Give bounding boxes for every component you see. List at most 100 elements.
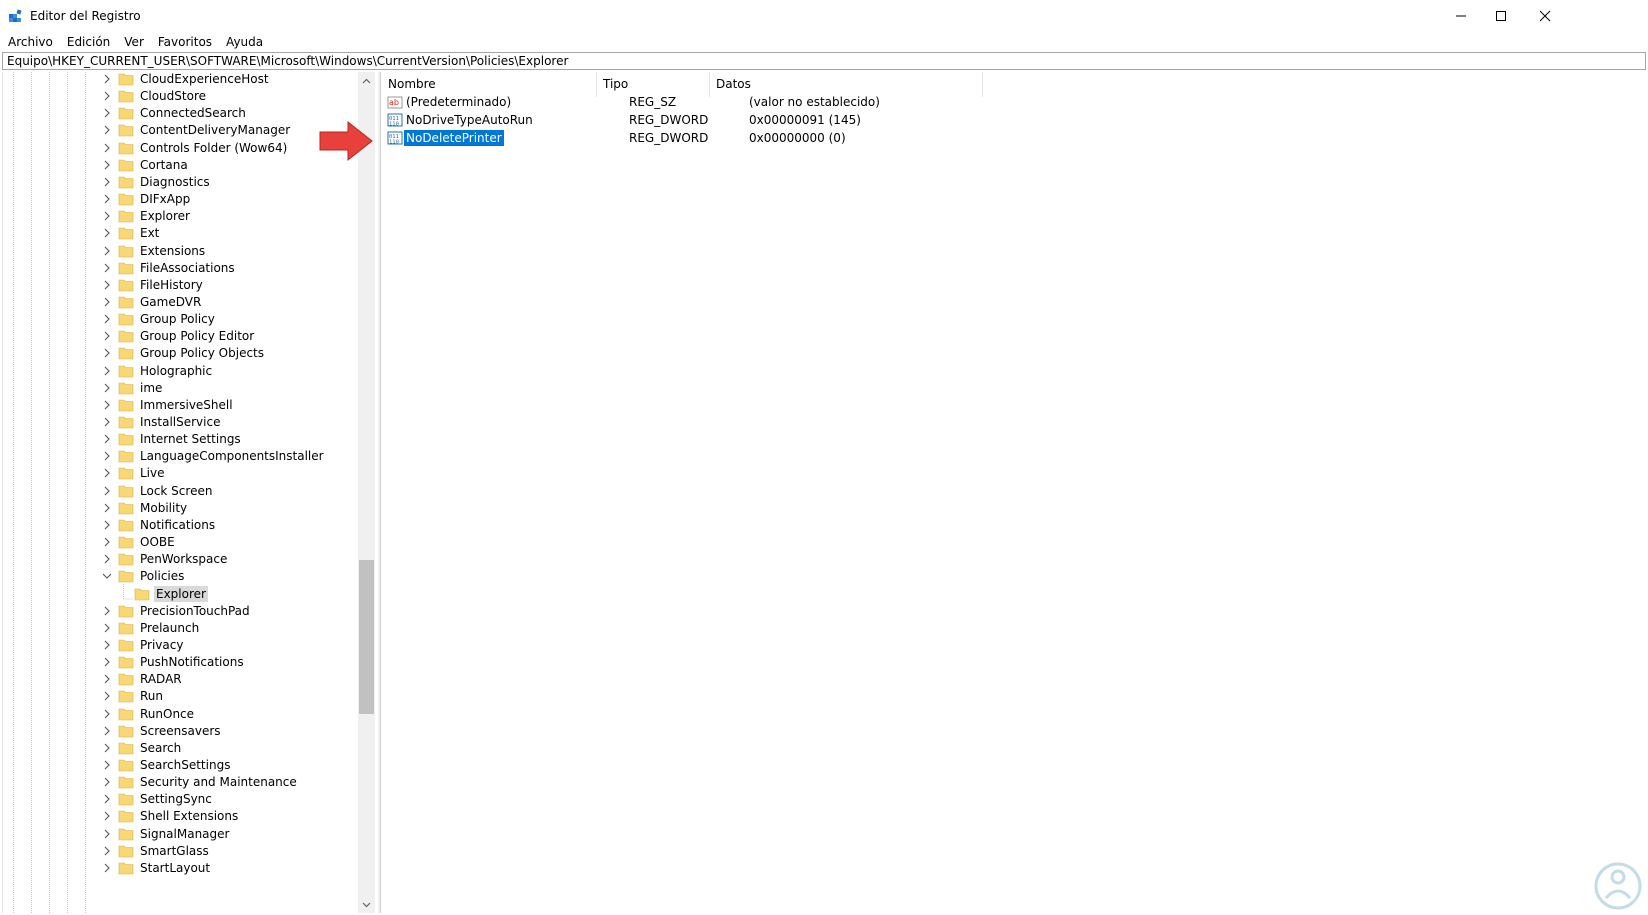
chevron-right-icon[interactable]	[102, 760, 112, 770]
menu-edicion[interactable]: Edición	[60, 32, 117, 52]
value-row[interactable]: 011 110 NoDriveTypeAutoRun REG_DWORD 0x0…	[382, 111, 1646, 129]
tree-item[interactable]: Holographic	[3, 362, 358, 380]
tree-item[interactable]: DIFxApp	[3, 190, 358, 208]
chevron-right-icon[interactable]	[102, 211, 112, 221]
maximize-button[interactable]	[1478, 0, 1524, 32]
chevron-right-icon[interactable]	[102, 160, 112, 170]
tree-item[interactable]: OOBE	[3, 533, 358, 551]
tree-item[interactable]: SearchSettings	[3, 756, 358, 774]
chevron-right-icon[interactable]	[102, 537, 112, 547]
chevron-right-icon[interactable]	[102, 366, 112, 376]
chevron-right-icon[interactable]	[102, 331, 112, 341]
scroll-down-button[interactable]	[358, 896, 375, 913]
tree-item[interactable]: PenWorkspace	[3, 550, 358, 568]
tree-item[interactable]: Search	[3, 739, 358, 757]
chevron-right-icon[interactable]	[102, 846, 112, 856]
chevron-right-icon[interactable]	[102, 606, 112, 616]
tree-item[interactable]: RADAR	[3, 670, 358, 688]
menu-favoritos[interactable]: Favoritos	[151, 32, 219, 52]
tree-item[interactable]: Mobility	[3, 499, 358, 517]
tree-item[interactable]: FileAssociations	[3, 259, 358, 277]
chevron-right-icon[interactable]	[102, 194, 112, 204]
tree-item[interactable]: FileHistory	[3, 276, 358, 294]
tree-item[interactable]: InstallService	[3, 413, 358, 431]
tree-item[interactable]: Explorer	[3, 207, 358, 225]
tree-item[interactable]: PushNotifications	[3, 653, 358, 671]
chevron-right-icon[interactable]	[102, 91, 112, 101]
chevron-right-icon[interactable]	[102, 108, 112, 118]
chevron-right-icon[interactable]	[102, 829, 112, 839]
tree-item[interactable]: RunOnce	[3, 705, 358, 723]
tree-item[interactable]: Shell Extensions	[3, 807, 358, 825]
chevron-right-icon[interactable]	[102, 503, 112, 513]
tree-item[interactable]: Internet Settings	[3, 430, 358, 448]
tree-item[interactable]: CloudStore	[3, 87, 358, 105]
tree-item[interactable]: ime	[3, 379, 358, 397]
tree-item[interactable]: Group Policy Editor	[3, 327, 358, 345]
chevron-right-icon[interactable]	[102, 348, 112, 358]
chevron-down-icon[interactable]	[102, 571, 112, 581]
tree-item[interactable]: CloudExperienceHost	[3, 72, 358, 88]
tree-item[interactable]: Live	[3, 464, 358, 482]
chevron-right-icon[interactable]	[102, 691, 112, 701]
tree-item[interactable]: Controls Folder (Wow64)	[3, 139, 358, 157]
tree-item[interactable]: PrecisionTouchPad	[3, 602, 358, 620]
chevron-right-icon[interactable]	[102, 74, 112, 84]
tree-item[interactable]: Diagnostics	[3, 173, 358, 191]
chevron-right-icon[interactable]	[102, 486, 112, 496]
tree-item[interactable]: LanguageComponentsInstaller	[3, 447, 358, 465]
tree-item[interactable]: ContentDeliveryManager	[3, 121, 358, 139]
chevron-right-icon[interactable]	[102, 400, 112, 410]
tree-item[interactable]: Group Policy Objects	[3, 344, 358, 362]
chevron-right-icon[interactable]	[102, 811, 112, 821]
tree-item[interactable]: Prelaunch	[3, 619, 358, 637]
tree-scrollbar[interactable]	[358, 72, 375, 913]
pane-splitter[interactable]	[378, 72, 381, 913]
tree-item[interactable]: ConnectedSearch	[3, 104, 358, 122]
tree-item[interactable]: SettingSync	[3, 790, 358, 808]
value-row-selected[interactable]: 011 110 NoDeletePrinter REG_DWORD 0x0000…	[382, 129, 1646, 147]
tree-item[interactable]: SignalManager	[3, 825, 358, 843]
tree-item[interactable]: Group Policy	[3, 310, 358, 328]
chevron-right-icon[interactable]	[102, 709, 112, 719]
chevron-right-icon[interactable]	[102, 777, 112, 787]
tree-item[interactable]: SmartGlass	[3, 842, 358, 860]
tree-item[interactable]: GameDVR	[3, 293, 358, 311]
tree-item[interactable]: ImmersiveShell	[3, 396, 358, 414]
chevron-right-icon[interactable]	[102, 520, 112, 530]
chevron-right-icon[interactable]	[102, 794, 112, 804]
tree-item[interactable]: Ext	[3, 224, 358, 242]
chevron-right-icon[interactable]	[102, 263, 112, 273]
chevron-right-icon[interactable]	[102, 246, 112, 256]
tree-item[interactable]: Security and Maintenance	[3, 773, 358, 791]
chevron-right-icon[interactable]	[102, 451, 112, 461]
tree-item[interactable]: Extensions	[3, 242, 358, 260]
chevron-right-icon[interactable]	[102, 468, 112, 478]
tree-item[interactable]: Lock Screen	[3, 482, 358, 500]
tree-item[interactable]: Run	[3, 687, 358, 705]
menu-archivo[interactable]: Archivo	[0, 32, 60, 52]
menu-ayuda[interactable]: Ayuda	[219, 32, 270, 52]
value-row[interactable]: ab (Predeterminado) REG_SZ (valor no est…	[382, 93, 1646, 111]
chevron-right-icon[interactable]	[102, 434, 112, 444]
chevron-right-icon[interactable]	[102, 280, 112, 290]
tree-item[interactable]: Cortana	[3, 156, 358, 174]
chevron-right-icon[interactable]	[102, 125, 112, 135]
chevron-right-icon[interactable]	[102, 623, 112, 633]
tree-item[interactable]: Notifications	[3, 516, 358, 534]
chevron-right-icon[interactable]	[102, 657, 112, 667]
tree-item[interactable]: Privacy	[3, 636, 358, 654]
scroll-up-button[interactable]	[358, 72, 375, 89]
menu-ver[interactable]: Ver	[117, 32, 151, 52]
chevron-right-icon[interactable]	[102, 417, 112, 427]
tree-item[interactable]: Screensavers	[3, 722, 358, 740]
chevron-right-icon[interactable]	[102, 314, 112, 324]
chevron-right-icon[interactable]	[102, 177, 112, 187]
address-bar[interactable]: Equipo\HKEY_CURRENT_USER\SOFTWARE\Micros…	[2, 52, 1646, 70]
close-button[interactable]	[1522, 0, 1568, 32]
tree-item-selected[interactable]: Explorer	[3, 585, 358, 603]
chevron-right-icon[interactable]	[102, 383, 112, 393]
chevron-right-icon[interactable]	[102, 554, 112, 564]
tree-item[interactable]: StartLayout	[3, 859, 358, 877]
scroll-thumb[interactable]	[359, 560, 374, 714]
